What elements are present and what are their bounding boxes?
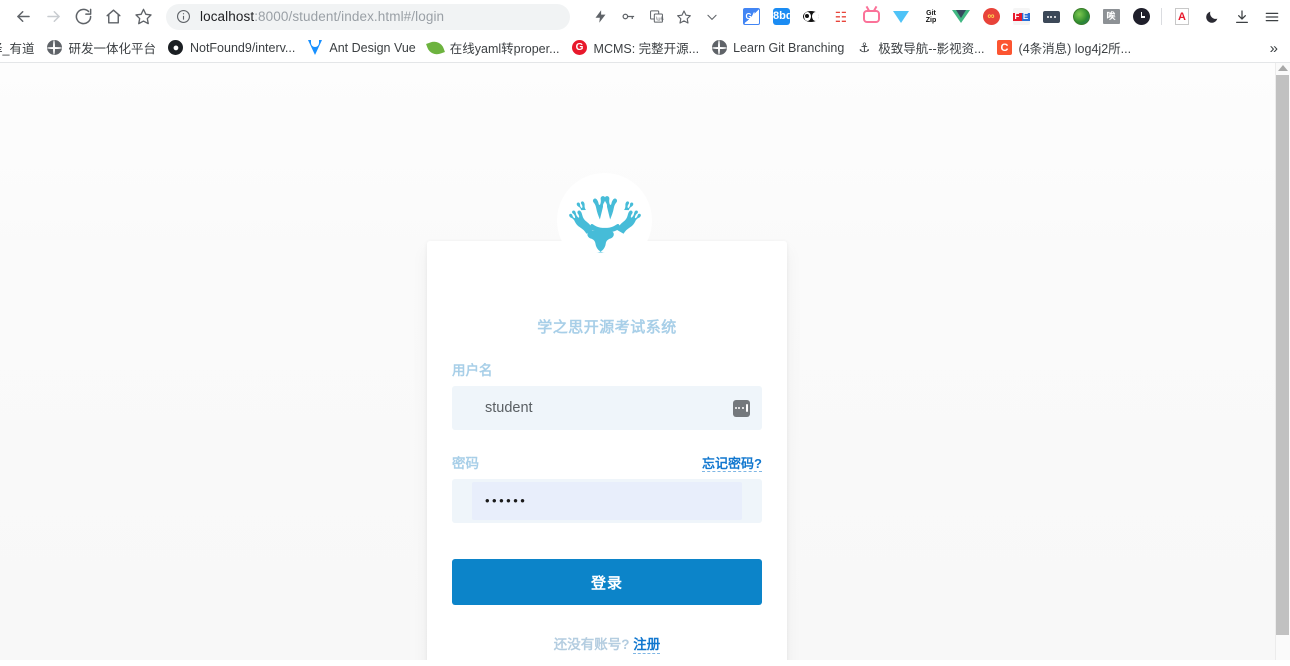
url-text: localhost:8000/student/index.html#/login	[200, 9, 444, 24]
browser-chrome: localhost:8000/student/index.html#/login…	[0, 0, 1290, 63]
browser-toolbar: localhost:8000/student/index.html#/login…	[0, 0, 1290, 33]
dots-extension[interactable]	[1036, 4, 1066, 30]
login-card: 学之思开源考试系统 用户名 密码 忘记密码? ••••••	[427, 241, 787, 660]
bookmark-item[interactable]: 在线yaml转proper...	[422, 36, 566, 60]
url-path: :8000/student/index.html#/login	[254, 9, 445, 24]
chrome-menu-icon[interactable]	[1257, 4, 1282, 30]
csdn-favicon: C	[997, 40, 1013, 56]
github-favicon: ●	[168, 40, 184, 56]
bookmarks-overflow-button[interactable]: »	[1264, 33, 1284, 62]
bookmark-label: NotFound9/interv...	[189, 40, 296, 55]
bookmark-item[interactable]: ● NotFound9/interv...	[162, 36, 301, 60]
omnibox-actions: \u6587	[586, 4, 726, 30]
username-label: 用户名	[452, 363, 493, 378]
fe-helper-extension[interactable]: FE	[1006, 4, 1036, 30]
globe-extension[interactable]	[1066, 4, 1096, 30]
translate-page-icon[interactable]: \u6587	[642, 4, 670, 30]
page-scrollbar[interactable]	[1275, 63, 1290, 660]
bookmark-label: (4条消息) log4j2所...	[1018, 42, 1132, 56]
password-field-group: 密码 忘记密码? ••••••	[452, 452, 762, 523]
google-translate-extension[interactable]: GA	[736, 4, 766, 30]
username-field-head: 用户名	[452, 359, 762, 378]
toolbar-divider	[1161, 8, 1162, 25]
bookmark-item[interactable]: ⚓ 极致导航--影视资...	[850, 36, 990, 60]
bookmark-item[interactable]: C (4条消息) log4j2所...	[991, 36, 1138, 60]
username-input[interactable]	[452, 386, 733, 430]
bookmark-item[interactable]: Learn Git Branching	[705, 36, 850, 60]
forward-button[interactable]	[38, 3, 68, 31]
signup-link[interactable]: 注册	[633, 637, 661, 654]
anchor-favicon: ⚓	[858, 39, 871, 55]
diamond-extension[interactable]	[886, 4, 916, 30]
dark-mode-icon[interactable]	[1197, 4, 1227, 30]
autofill-key-icon[interactable]	[733, 399, 750, 417]
star-icon[interactable]	[670, 4, 698, 30]
bookmark-item[interactable]: 择_有道	[0, 36, 40, 60]
url-host: localhost	[200, 9, 255, 24]
globe-favicon	[711, 40, 727, 56]
back-button[interactable]	[8, 3, 38, 31]
mcms-favicon: G	[572, 40, 588, 56]
adblock-eyes-extension[interactable]	[796, 4, 826, 30]
hua-extension[interactable]: 唉	[1096, 4, 1126, 30]
infinity-extension[interactable]: ∞	[976, 4, 1006, 30]
bookmark-label: 在线yaml转proper...	[449, 42, 560, 56]
page-viewport: 学之思开源考试系统 用户名 密码 忘记密码? ••••••	[0, 63, 1290, 660]
username-field-group: 用户名	[452, 359, 762, 430]
extensions-bar: GA \u8bd1 ☷ GitZip ∞ FE 唉	[726, 4, 1282, 30]
deer-logo-icon	[557, 173, 652, 268]
bookmark-label: Learn Git Branching	[733, 40, 845, 55]
antdv-favicon	[307, 40, 323, 56]
chevron-down-icon[interactable]	[698, 4, 726, 30]
scroll-up-arrow[interactable]	[1278, 65, 1288, 71]
vue-devtools-extension[interactable]	[946, 4, 976, 30]
bookmark-label: 研发一体化平台	[68, 42, 156, 56]
password-label: 密码	[452, 456, 479, 471]
login-button[interactable]: 登录	[452, 559, 762, 605]
bookmark-star-button[interactable]	[128, 3, 158, 31]
bookmark-item[interactable]: G MCMS: 完整开源...	[566, 36, 706, 60]
password-input-wrapper[interactable]: ••••••	[452, 479, 762, 523]
key-icon[interactable]	[614, 4, 642, 30]
svg-text:\u6587: \u6587	[655, 17, 663, 23]
lightning-icon[interactable]	[586, 4, 614, 30]
password-field-head: 密码 忘记密码?	[452, 452, 762, 472]
bookmark-item[interactable]: Ant Design Vue	[301, 36, 421, 60]
spring-leaf-favicon	[426, 38, 446, 57]
reload-button[interactable]	[68, 3, 98, 31]
info-circle-icon[interactable]	[176, 9, 192, 25]
signup-prompt: 还没有账号?	[553, 637, 630, 652]
pdf-extension[interactable]	[1167, 4, 1197, 30]
bookmark-label: Ant Design Vue	[329, 40, 416, 55]
bookmark-label: 极致导航--影视资...	[878, 42, 985, 56]
home-button[interactable]	[98, 3, 128, 31]
signup-row: 还没有账号? 注册	[452, 633, 762, 654]
gitzip-extension[interactable]: Git Zip	[916, 4, 946, 30]
youdao-translate-extension[interactable]: \u8bd1	[766, 4, 796, 30]
downloads-icon[interactable]	[1227, 4, 1257, 30]
bilibili-extension[interactable]	[856, 4, 886, 30]
bookmark-item[interactable]: 研发一体化平台	[40, 36, 162, 60]
address-bar[interactable]: localhost:8000/student/index.html#/login	[166, 3, 570, 30]
globe-favicon	[46, 40, 62, 56]
password-input[interactable]: ••••••	[452, 479, 527, 523]
username-input-wrapper[interactable]	[452, 386, 762, 430]
sitemap-extension[interactable]: ☷	[826, 4, 856, 30]
scrollbar-thumb[interactable]	[1276, 75, 1289, 635]
clock-extension[interactable]	[1126, 4, 1156, 30]
bookmarks-bar: 择_有道 研发一体化平台 ● NotFound9/interv... Ant D…	[0, 33, 1290, 63]
bookmark-label: MCMS: 完整开源...	[593, 42, 700, 56]
bookmark-label: 择_有道	[0, 42, 35, 56]
forgot-password-link[interactable]: 忘记密码?	[702, 456, 762, 472]
